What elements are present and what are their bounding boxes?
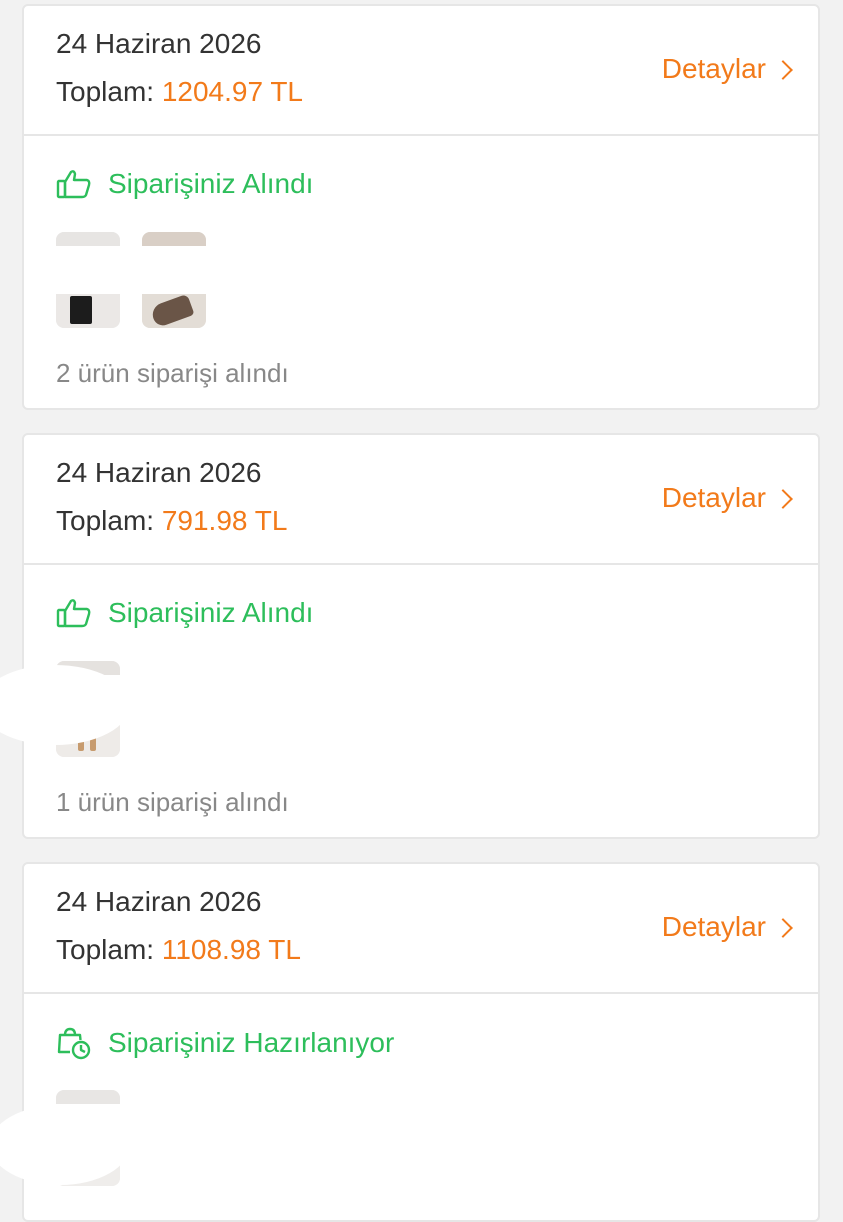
thumbs-up-icon	[56, 170, 91, 199]
details-link[interactable]: Detaylar	[661, 53, 793, 85]
status-label: Siparişiniz Hazırlanıyor	[108, 1027, 395, 1058]
details-link[interactable]: Detaylar	[661, 482, 793, 514]
order-total: Toplam: 791.98 TL	[56, 505, 287, 537]
order-header: 24 Haziran 2026 Toplam: 1108.98 TL Detay…	[24, 864, 818, 994]
order-date: 24 Haziran 2026	[56, 886, 262, 917]
status-label: Siparişiniz Alındı	[108, 168, 314, 199]
order-date: 24 Haziran 2026	[56, 28, 262, 59]
order-status: Siparişiniz Hazırlanıyor	[56, 1026, 394, 1060]
chevron-right-icon	[773, 918, 793, 938]
order-total: Toplam: 1108.98 TL	[56, 934, 301, 966]
total-amount: 1108.98 TL	[161, 934, 301, 965]
chevron-right-icon	[773, 489, 793, 509]
product-thumbnail[interactable]	[142, 232, 206, 328]
order-status: Siparişiniz Alındı	[56, 168, 313, 200]
item-count: 2 ürün siparişi alındı	[56, 358, 289, 388]
order-card: 24 Haziran 2026 Toplam: 791.98 TL Detayl…	[22, 433, 820, 839]
order-header: 24 Haziran 2026 Toplam: 1204.97 TL Detay…	[24, 6, 818, 136]
total-label: Toplam:	[56, 76, 155, 107]
details-link[interactable]: Detaylar	[661, 911, 793, 943]
status-label: Siparişiniz Alındı	[108, 597, 314, 628]
details-label: Detaylar	[661, 911, 766, 942]
order-card: 24 Haziran 2026 Toplam: 1204.97 TL Detay…	[22, 4, 820, 410]
details-label: Detaylar	[661, 482, 766, 513]
total-amount: 791.98 TL	[161, 505, 288, 536]
chevron-right-icon	[773, 60, 793, 80]
product-thumbnail[interactable]	[56, 232, 120, 328]
details-label: Detaylar	[661, 53, 766, 84]
bag-clock-icon	[57, 1027, 91, 1060]
total-label: Toplam:	[56, 505, 155, 536]
order-status: Siparişiniz Alındı	[56, 597, 313, 629]
order-card: 24 Haziran 2026 Toplam: 1108.98 TL Detay…	[22, 862, 820, 1222]
thumbs-up-icon	[56, 599, 91, 628]
total-label: Toplam:	[56, 934, 155, 965]
order-date: 24 Haziran 2026	[56, 457, 262, 488]
order-total: Toplam: 1204.97 TL	[56, 76, 303, 108]
order-header: 24 Haziran 2026 Toplam: 791.98 TL Detayl…	[24, 435, 818, 565]
total-amount: 1204.97 TL	[161, 76, 303, 107]
item-count: 1 ürün siparişi alındı	[56, 787, 289, 817]
